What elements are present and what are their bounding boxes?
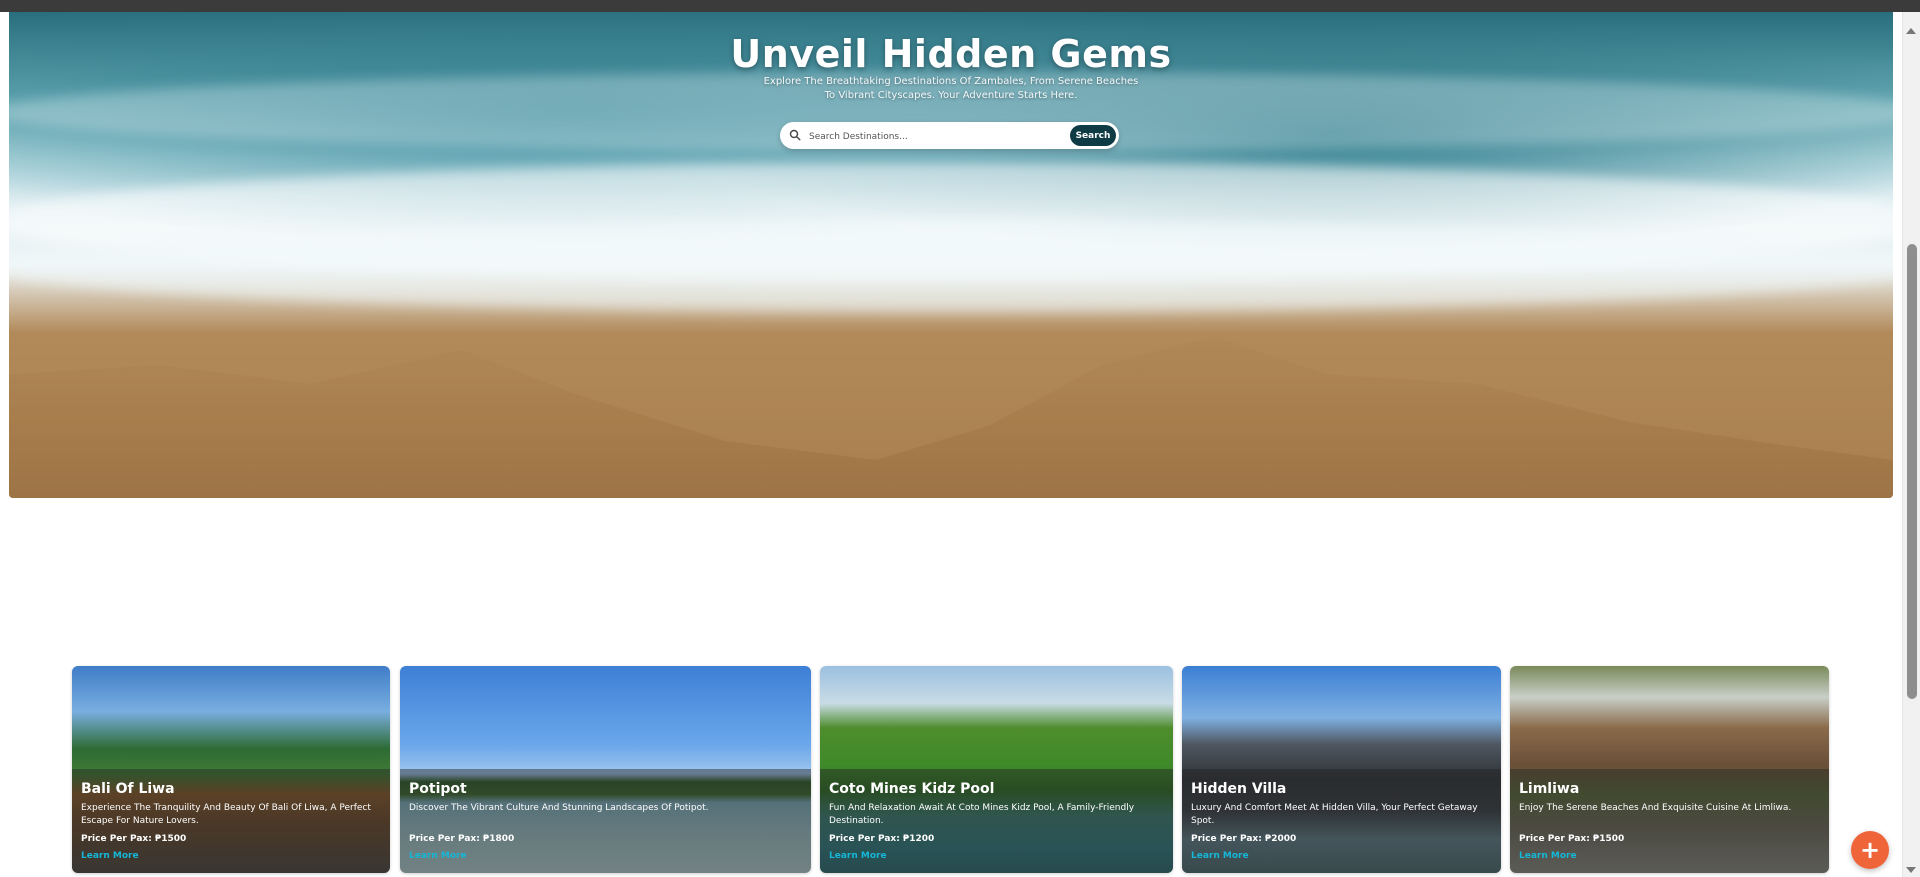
scrollbar[interactable] — [1902, 12, 1920, 877]
hero-subtitle: Explore The Breathtaking Destinations Of… — [763, 76, 1139, 101]
card-price: Price Per Pax: ₱1500 — [81, 834, 187, 844]
card-description: Experience The Tranquility And Beauty Of… — [81, 803, 371, 826]
learn-more-link[interactable]: Learn More — [1519, 851, 1577, 861]
search-icon — [789, 129, 801, 141]
wave-foam — [9, 222, 1893, 312]
scroll-down-icon[interactable] — [1906, 867, 1916, 873]
hero-banner: Unveil Hidden Gems Explore The Breathtak… — [9, 12, 1893, 498]
destination-card[interactable]: Coto Mines Kidz Pool Fun And Relaxation … — [820, 666, 1173, 873]
destination-card[interactable]: Potipot Discover The Vibrant Culture And… — [400, 666, 811, 873]
card-description: Enjoy The Serene Beaches And Exquisite C… — [1519, 803, 1792, 813]
hero-title: Unveil Hidden Gems — [730, 32, 1172, 76]
card-price: Price Per Pax: ₱1200 — [829, 834, 935, 844]
card-price: Price Per Pax: ₱1500 — [1519, 834, 1625, 844]
scroll-up-icon[interactable] — [1906, 28, 1916, 34]
destination-card[interactable]: Bali Of Liwa Experience The Tranquility … — [72, 666, 390, 873]
learn-more-link[interactable]: Learn More — [1191, 851, 1249, 861]
destination-card[interactable]: Limliwa Enjoy The Serene Beaches And Exq… — [1510, 666, 1829, 873]
card-title: Bali Of Liwa — [81, 781, 175, 797]
destination-card[interactable]: Hidden Villa Luxury And Comfort Meet At … — [1182, 666, 1501, 873]
search-button[interactable]: Search — [1070, 125, 1116, 146]
search-bar: Search — [780, 122, 1119, 149]
card-title: Limliwa — [1519, 781, 1580, 797]
search-input[interactable] — [807, 126, 1041, 147]
learn-more-link[interactable]: Learn More — [829, 851, 887, 861]
browser-top-bar — [0, 0, 1920, 12]
card-description: Fun And Relaxation Await At Coto Mines K… — [829, 803, 1135, 826]
add-button[interactable]: + — [1851, 831, 1889, 869]
learn-more-link[interactable]: Learn More — [409, 851, 467, 861]
card-description: Discover The Vibrant Culture And Stunnin… — [409, 803, 709, 813]
card-title: Coto Mines Kidz Pool — [829, 781, 995, 797]
card-price: Price Per Pax: ₱2000 — [1191, 834, 1297, 844]
card-title: Hidden Villa — [1191, 781, 1287, 797]
card-price: Price Per Pax: ₱1800 — [409, 834, 515, 844]
card-description: Luxury And Comfort Meet At Hidden Villa,… — [1191, 803, 1478, 826]
scrollbar-thumb[interactable] — [1907, 244, 1917, 699]
beach-sand — [9, 336, 1893, 498]
learn-more-link[interactable]: Learn More — [81, 851, 139, 861]
card-title: Potipot — [409, 781, 467, 797]
